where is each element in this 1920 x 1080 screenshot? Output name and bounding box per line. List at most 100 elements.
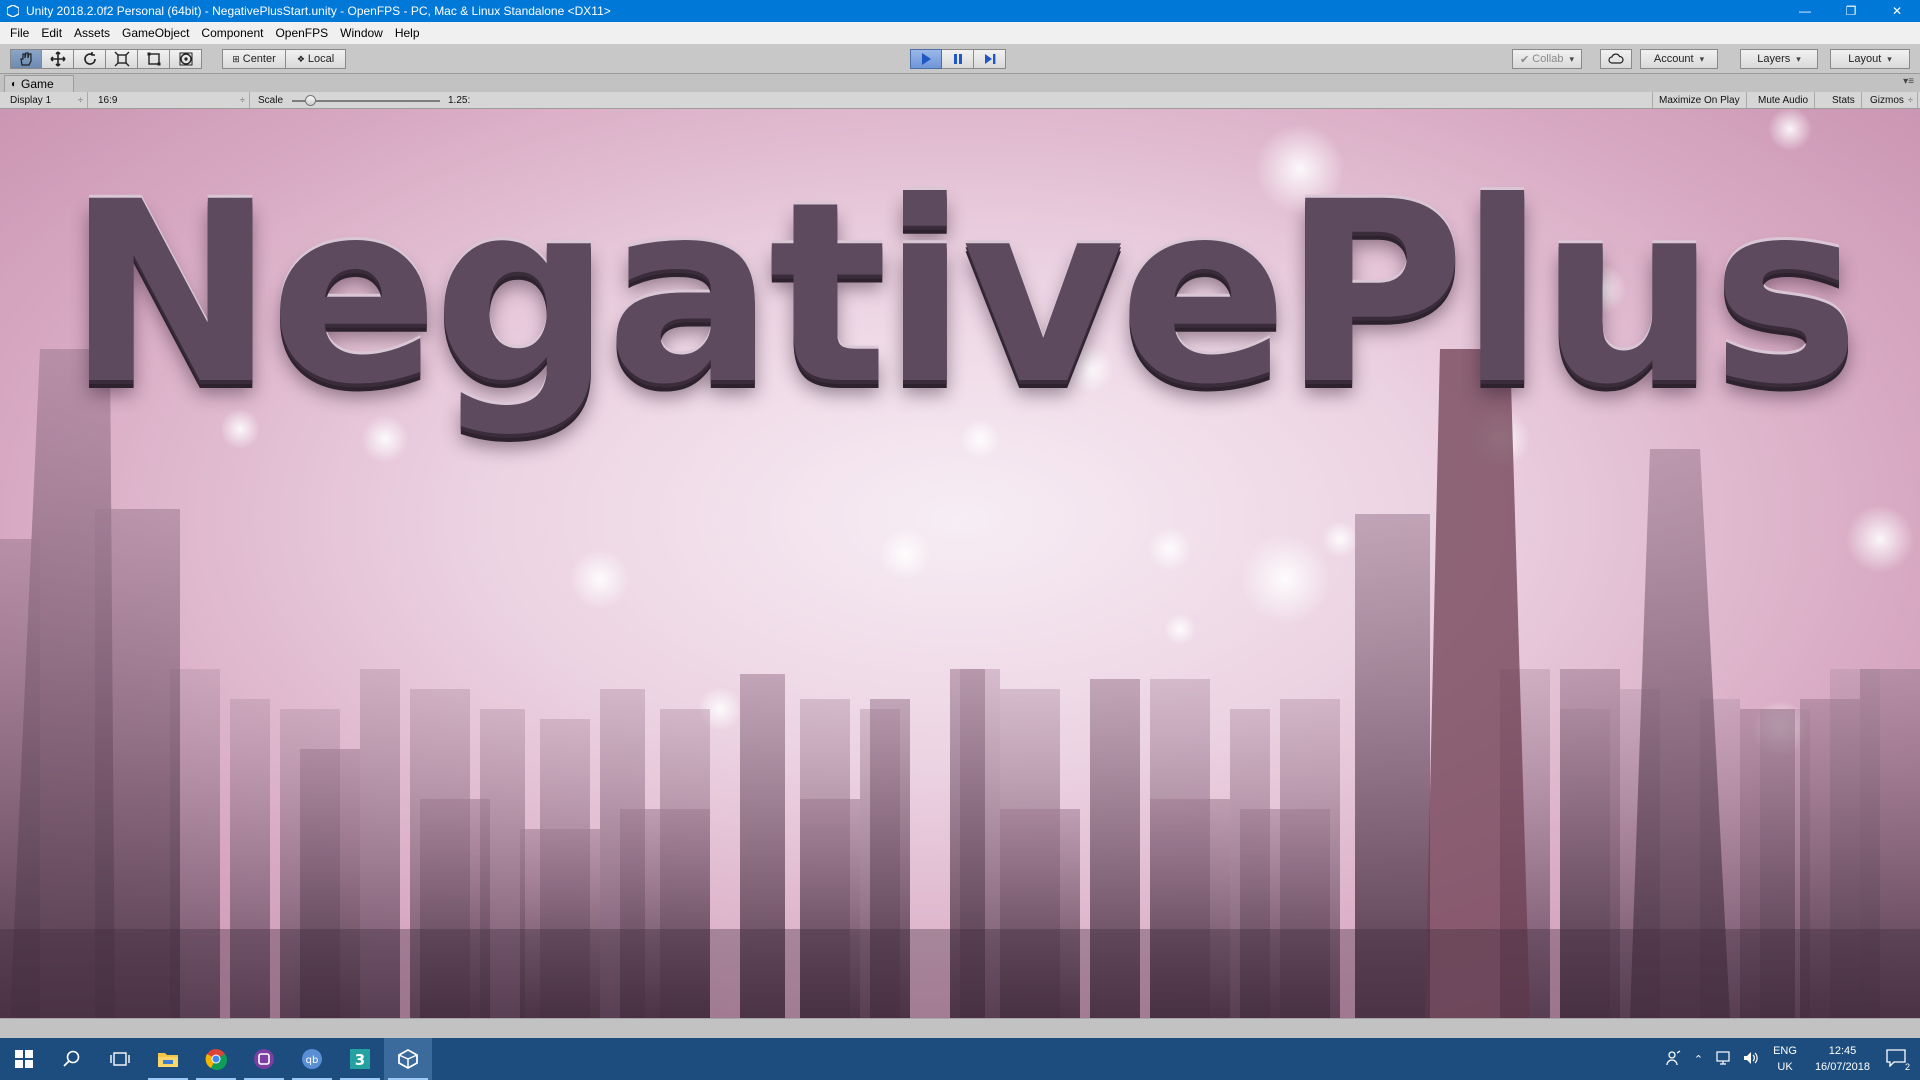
qbittorrent-icon[interactable]: qb	[288, 1038, 336, 1080]
rotate-tool-icon[interactable]	[74, 49, 106, 69]
scale-slider-handle[interactable]	[304, 95, 316, 106]
layout-label: Layout	[1848, 53, 1882, 65]
menu-gameobject[interactable]: GameObject	[116, 22, 195, 44]
clock-date: 16/07/2018	[1814, 1061, 1870, 1073]
minimize-button[interactable]: —	[1782, 0, 1828, 22]
play-button[interactable]	[910, 49, 942, 69]
action-center-button[interactable]: 2	[1886, 1048, 1910, 1072]
space-local-button[interactable]: ❖ Local	[286, 49, 346, 69]
search-icon[interactable]	[48, 1038, 96, 1080]
task-view-icon[interactable]	[96, 1038, 144, 1080]
gizmos-label: Gizmos	[1870, 94, 1904, 106]
taskbar-clock[interactable]: 12:45 16/07/2018	[1815, 1043, 1870, 1075]
rect-tool-icon[interactable]	[138, 49, 170, 69]
menu-component[interactable]: Component	[195, 22, 269, 44]
pivot-icon: ⊞	[232, 53, 240, 64]
scale-label: Scale	[258, 94, 284, 106]
layout-group: Layout	[1830, 49, 1910, 69]
layers-label: Layers	[1757, 53, 1791, 65]
window-title-bar: Unity 2018.2.0f2 Personal (64bit) - Nega…	[0, 0, 1920, 22]
cloud-button[interactable]	[1600, 49, 1632, 69]
network-icon[interactable]	[1715, 1050, 1731, 1068]
cloud-group	[1600, 49, 1632, 69]
aspect-label: 16:9	[98, 94, 118, 106]
collab-label: Collab	[1532, 53, 1564, 65]
game-view[interactable]: NegativePlus	[0, 109, 1920, 1018]
aspect-dropdown[interactable]: 16:9	[92, 92, 250, 108]
svg-text:qb: qb	[306, 1055, 319, 1066]
space-label: Local	[307, 53, 335, 65]
system-tray: ⌃ ENG UK 12:45 16/07/2018 2	[1660, 1038, 1920, 1080]
hand-tool-icon[interactable]	[10, 49, 42, 69]
pause-icon	[953, 54, 962, 64]
windows-taskbar: qb 3 ⌃ ENG UK 12:45 16/07/2018 2	[0, 1038, 1920, 1080]
scale-tool-icon[interactable]	[106, 49, 138, 69]
play-icon	[922, 53, 931, 65]
game-view-toolbar: Display 1 16:9 Scale 1.25: Maximize On P…	[0, 92, 1920, 109]
step-icon	[984, 54, 995, 64]
transform-tool-icon[interactable]	[170, 49, 202, 69]
layers-dropdown[interactable]: Layers	[1740, 49, 1818, 69]
clock-time: 12:45	[1828, 1045, 1857, 1057]
game-tab-label: Game	[21, 77, 54, 91]
layers-group: Layers	[1740, 49, 1818, 69]
move-tool-icon[interactable]	[42, 49, 74, 69]
display-label: Display 1	[10, 94, 52, 106]
menu-bar: File Edit Assets GameObject Component Op…	[0, 22, 1920, 44]
menu-openfps[interactable]: OpenFPS	[269, 22, 334, 44]
account-label: Account	[1653, 53, 1694, 65]
app-3-icon[interactable]: 3	[336, 1038, 384, 1080]
transform-tools	[10, 49, 202, 69]
lang-top: ENG	[1773, 1045, 1797, 1057]
display-dropdown[interactable]: Display 1	[4, 92, 88, 108]
language-indicator[interactable]: ENG UK	[1773, 1043, 1797, 1075]
menu-assets[interactable]: Assets	[68, 22, 116, 44]
pivot-toggles: ⊞ Center ❖ Local	[222, 49, 346, 69]
playback-controls	[910, 49, 1006, 69]
main-toolbar: ⊞ Center ❖ Local ✔ Collab Account	[0, 44, 1920, 74]
menu-file[interactable]: File	[4, 22, 35, 44]
start-icon[interactable]	[0, 1038, 48, 1080]
svg-text:3: 3	[355, 1051, 365, 1069]
pivot-center-button[interactable]: ⊞ Center	[222, 49, 286, 69]
chrome-icon[interactable]	[192, 1038, 240, 1080]
collab-check-icon: ✔	[1520, 53, 1530, 66]
stats-toggle[interactable]: Stats	[1826, 92, 1862, 108]
menu-help[interactable]: Help	[389, 22, 426, 44]
collab-button[interactable]: ✔ Collab	[1512, 49, 1582, 69]
step-button[interactable]	[974, 49, 1006, 69]
layout-dropdown[interactable]: Layout	[1830, 49, 1910, 69]
local-icon: ❖	[296, 53, 305, 64]
mute-audio-toggle[interactable]: Mute Audio	[1752, 92, 1816, 108]
restore-button[interactable]: ❐	[1828, 0, 1874, 22]
chevron-up-icon[interactable]: ⌃	[1694, 1053, 1703, 1066]
gizmos-dropdown[interactable]: Gizmos	[1864, 92, 1918, 108]
app-purple-icon[interactable]	[240, 1038, 288, 1080]
window-title: Unity 2018.2.0f2 Personal (64bit) - Nega…	[26, 4, 611, 18]
mute-label: Mute Audio	[1758, 94, 1809, 106]
close-button[interactable]: ✕	[1874, 0, 1920, 22]
account-dropdown[interactable]: Account	[1640, 49, 1718, 69]
menu-window[interactable]: Window	[334, 22, 389, 44]
status-bar	[0, 1018, 1920, 1038]
tab-menu-icon[interactable]: ▾≡	[1903, 76, 1914, 87]
maximize-on-play-toggle[interactable]: Maximize On Play	[1652, 92, 1747, 108]
file-explorer-icon[interactable]	[144, 1038, 192, 1080]
pause-button[interactable]	[942, 49, 974, 69]
tab-game[interactable]: ◐ Game	[4, 75, 74, 92]
unity-icon[interactable]	[384, 1038, 432, 1080]
maximize-label: Maximize On Play	[1659, 94, 1740, 106]
cloud-icon	[1608, 53, 1624, 64]
game-tab-bar: ◐ Game ▾≡	[0, 74, 1920, 92]
menu-edit[interactable]: Edit	[35, 22, 68, 44]
lang-bottom: UK	[1777, 1061, 1793, 1073]
pivot-label: Center	[242, 53, 276, 65]
scale-value: 1.25:	[448, 94, 471, 106]
notification-icon	[1886, 1048, 1906, 1068]
people-icon[interactable]	[1666, 1049, 1682, 1069]
scale-value-text: 1.25:	[442, 92, 502, 108]
volume-icon[interactable]	[1743, 1051, 1759, 1068]
account-group: Account	[1640, 49, 1718, 69]
game-tab-icon: ◐	[11, 78, 18, 90]
stats-label: Stats	[1832, 94, 1855, 106]
